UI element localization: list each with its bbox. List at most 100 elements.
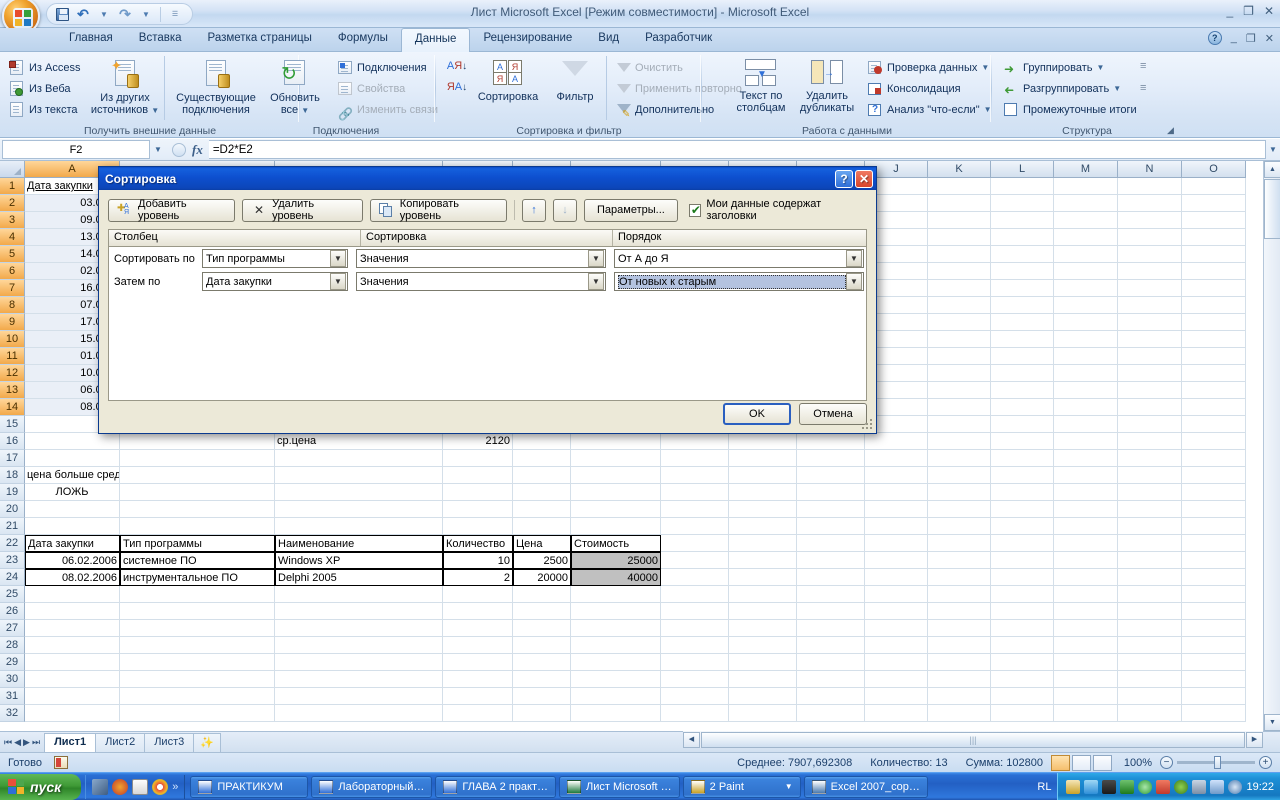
cell[interactable]: 2120 xyxy=(443,433,513,450)
cell[interactable] xyxy=(275,620,443,637)
cell[interactable] xyxy=(1054,569,1118,586)
row-header-19[interactable]: 19 xyxy=(0,484,25,501)
ribbon-button-data-validation[interactable]: Проверка данных ▼ xyxy=(864,57,995,78)
cell[interactable] xyxy=(1118,671,1182,688)
cell[interactable] xyxy=(1118,433,1182,450)
horizontal-scrollbar[interactable]: ◀ ||| ▶ xyxy=(683,731,1263,748)
chevron-down-icon[interactable]: ▼ xyxy=(588,250,604,267)
cell[interactable] xyxy=(1182,416,1246,433)
cell[interactable] xyxy=(1182,484,1246,501)
row-header-3[interactable]: 3 xyxy=(0,212,25,229)
taskbar-button-1[interactable]: Лабораторный… xyxy=(311,775,433,798)
cell[interactable] xyxy=(991,586,1054,603)
cell[interactable] xyxy=(513,518,571,535)
cell[interactable] xyxy=(991,263,1054,280)
cell[interactable] xyxy=(571,654,661,671)
view-buttons[interactable] xyxy=(1051,754,1118,771)
scroll-up-icon[interactable]: ▲ xyxy=(1264,161,1280,178)
cell[interactable] xyxy=(571,705,661,722)
cell[interactable] xyxy=(928,654,991,671)
cell[interactable] xyxy=(571,586,661,603)
cell[interactable] xyxy=(1054,263,1118,280)
grid-row[interactable] xyxy=(25,501,1246,518)
sheet-nav-buttons[interactable]: ⏮ ◀ ▶ ⏭ xyxy=(0,737,44,748)
cell[interactable] xyxy=(513,654,571,671)
cell[interactable] xyxy=(1182,365,1246,382)
cell[interactable] xyxy=(1182,705,1246,722)
cell[interactable] xyxy=(120,671,275,688)
cell[interactable] xyxy=(1182,501,1246,518)
cell[interactable] xyxy=(797,569,865,586)
row-header-10[interactable]: 10 xyxy=(0,331,25,348)
cell[interactable]: системное ПО xyxy=(120,552,275,569)
cell[interactable] xyxy=(1054,178,1118,195)
cell[interactable] xyxy=(275,603,443,620)
cell[interactable] xyxy=(571,620,661,637)
cell[interactable] xyxy=(25,501,120,518)
cell[interactable] xyxy=(729,450,797,467)
cell[interactable] xyxy=(865,433,928,450)
cell[interactable]: ср.цена xyxy=(275,433,443,450)
cell[interactable] xyxy=(120,501,275,518)
cell[interactable] xyxy=(865,484,928,501)
cell[interactable] xyxy=(797,433,865,450)
insert-worksheet-icon[interactable]: ✨ xyxy=(193,732,221,752)
cell[interactable] xyxy=(661,569,729,586)
cell[interactable] xyxy=(571,671,661,688)
level-column-combo[interactable]: Дата закупки ▼ xyxy=(202,272,348,291)
sheet-tab-list3[interactable]: Лист3 xyxy=(144,732,195,752)
cell[interactable] xyxy=(1054,535,1118,552)
cell[interactable] xyxy=(513,688,571,705)
cell[interactable] xyxy=(1182,535,1246,552)
cell[interactable] xyxy=(928,688,991,705)
cell[interactable] xyxy=(661,586,729,603)
cell[interactable] xyxy=(571,484,661,501)
scroll-right-icon[interactable]: ▶ xyxy=(1246,731,1263,748)
ribbon-tab-0[interactable]: Главная xyxy=(56,28,126,52)
cell[interactable] xyxy=(275,501,443,518)
ribbon-tab-3[interactable]: Формулы xyxy=(325,28,401,52)
cell[interactable] xyxy=(991,348,1054,365)
cell[interactable] xyxy=(1054,382,1118,399)
cell[interactable] xyxy=(991,552,1054,569)
ribbon-button-from-text[interactable]: Из текста xyxy=(6,99,83,120)
cell[interactable] xyxy=(1182,229,1246,246)
cell[interactable]: Наименование xyxy=(275,535,443,552)
cell[interactable] xyxy=(928,705,991,722)
cell[interactable] xyxy=(571,467,661,484)
cell[interactable] xyxy=(1054,229,1118,246)
cell[interactable] xyxy=(1054,195,1118,212)
cell[interactable] xyxy=(1054,586,1118,603)
cell[interactable] xyxy=(120,688,275,705)
cell[interactable] xyxy=(1182,212,1246,229)
cell[interactable] xyxy=(1118,552,1182,569)
cell[interactable] xyxy=(928,552,991,569)
cell[interactable] xyxy=(1182,688,1246,705)
cell[interactable] xyxy=(928,382,991,399)
cell[interactable] xyxy=(1054,314,1118,331)
grid-row[interactable]: 06.02.2006 системное ПО Windows XP 10 2500 25… xyxy=(25,552,1246,569)
sort-desc-icon[interactable]: ЯА↓ xyxy=(444,81,470,94)
expand-formula-bar-icon[interactable]: ▼ xyxy=(1266,145,1280,154)
hide-detail-icon[interactable]: ≡ xyxy=(1140,80,1146,96)
cell[interactable] xyxy=(661,654,729,671)
cell[interactable]: 20000 xyxy=(513,569,571,586)
cell[interactable] xyxy=(661,688,729,705)
column-header-n[interactable]: N xyxy=(1118,161,1182,178)
cell[interactable] xyxy=(25,603,120,620)
row-header-21[interactable]: 21 xyxy=(0,518,25,535)
cell[interactable] xyxy=(797,467,865,484)
cell[interactable] xyxy=(797,620,865,637)
first-sheet-icon[interactable]: ⏮ xyxy=(4,737,12,748)
cell[interactable] xyxy=(991,484,1054,501)
cell[interactable] xyxy=(729,467,797,484)
cell[interactable] xyxy=(120,518,275,535)
row-header-4[interactable]: 4 xyxy=(0,229,25,246)
cell[interactable] xyxy=(729,603,797,620)
grid-row[interactable] xyxy=(25,586,1246,603)
sort-dialog[interactable]: Сортировка ? ✕ ✚ АЯ Добавить уровень ✕ У… xyxy=(98,166,877,434)
cell[interactable] xyxy=(1118,603,1182,620)
cell[interactable] xyxy=(991,603,1054,620)
cell[interactable] xyxy=(1118,399,1182,416)
cell[interactable] xyxy=(1118,654,1182,671)
